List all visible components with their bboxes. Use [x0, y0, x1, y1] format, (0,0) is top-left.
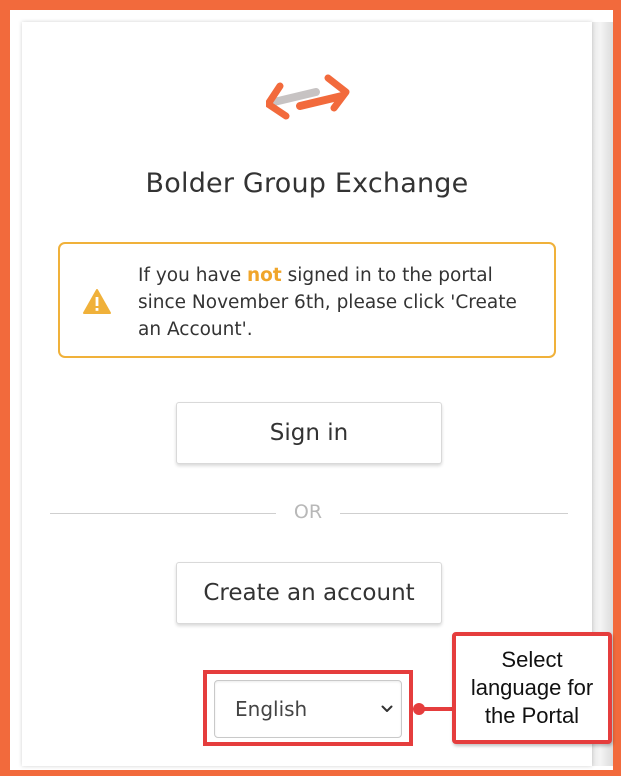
page-title: Bolder Group Exchange	[145, 168, 469, 199]
or-separator: OR	[293, 501, 323, 523]
language-selected-value: English	[235, 697, 308, 721]
callout-line-2: language for	[470, 675, 594, 700]
callout-line-1: Select	[501, 647, 563, 672]
notice-highlight: not	[247, 265, 282, 286]
notice-box: If you have not signed in to the portal …	[58, 242, 556, 358]
callout-line-3: the Portal	[484, 703, 580, 728]
divider-left	[50, 513, 276, 514]
chevron-down-icon	[381, 705, 393, 712]
exchange-arrows-icon	[266, 74, 350, 120]
callout-connector	[413, 703, 452, 715]
warning-triangle-icon	[83, 289, 111, 314]
notice-text-before: If you have	[138, 265, 247, 286]
create-account-button[interactable]: Create an account	[176, 562, 442, 624]
language-callout: Select language for the Portal	[452, 632, 612, 744]
notice-text: If you have not signed in to the portal …	[138, 262, 542, 343]
divider-right	[340, 513, 568, 514]
language-select[interactable]: English	[214, 680, 402, 738]
sign-in-button[interactable]: Sign in	[176, 402, 442, 464]
